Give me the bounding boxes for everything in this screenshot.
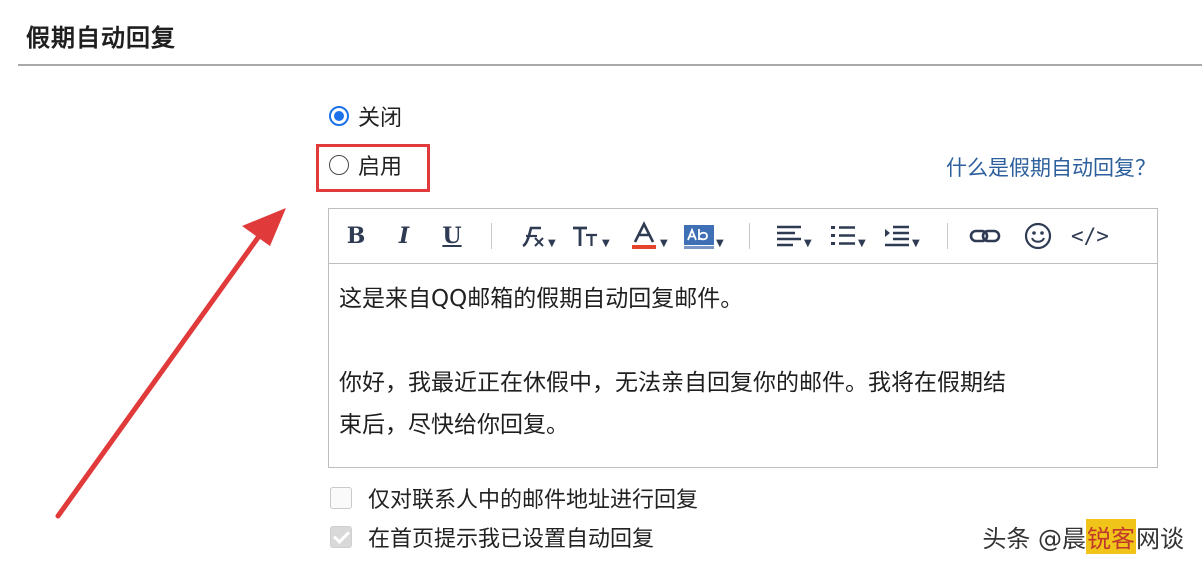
chevron-down-icon: ▼ [912,237,920,249]
link-icon [969,229,1001,243]
watermark-prefix: 头条 @晨 [982,525,1086,553]
watermark: 头条 @晨 锐客 网谈 [982,519,1184,554]
toolbar-divider [491,223,492,249]
bold-button[interactable]: B [341,219,371,253]
checkbox-homepage-notice-label: 在首页提示我已设置自动回复 [368,527,655,552]
chevron-down-icon: ▼ [804,237,812,249]
checkbox-contacts-only-label: 仅对联系人中的邮件地址进行回复 [368,488,699,513]
chevron-down-icon: ▼ [548,237,556,249]
editor-toolbar: B I U ▼ ▼ ▼ ▼ ▼ ▼ ▼ </> [329,209,1157,264]
annotation-highlight-box [316,144,430,192]
align-icon [777,225,801,247]
radio-off-label: 关闭 [358,106,403,131]
checkbox-homepage-notice-control[interactable] [330,526,352,548]
chevron-down-icon: ▼ [660,237,668,249]
watermark-suffix: 网谈 [1136,525,1184,553]
toolbar-divider [947,223,948,249]
list-icon [831,226,855,245]
checkbox-homepage-notice[interactable]: 在首页提示我已设置自动回复 [330,522,654,552]
font-size-icon [573,226,597,246]
editor-line: 束后，尽快给你回复。 [339,412,569,438]
emoji-button[interactable] [1023,219,1053,253]
help-link[interactable]: 什么是假期自动回复？ [946,152,1156,182]
checkbox-contacts-only[interactable]: 仅对联系人中的邮件地址进行回复 [330,483,698,513]
font-family-button[interactable]: ▼ [517,219,556,253]
font-color-button[interactable]: ▼ [629,219,668,253]
emoji-icon [1024,222,1052,250]
editor-content[interactable]: 这是来自QQ邮箱的假期自动回复邮件。 你好，我最近正在休假中，无法亲自回复你的邮… [329,264,1157,446]
indent-icon [885,225,909,247]
toolbar-divider [749,223,750,249]
reply-editor[interactable]: B I U ▼ ▼ ▼ ▼ ▼ ▼ ▼ </> 这是来自QQ邮箱的假期自动回复邮… [328,208,1158,468]
chevron-down-icon: ▼ [716,237,724,249]
list-button[interactable]: ▼ [829,219,866,253]
editor-line: 你好，我最近正在休假中，无法亲自回复你的邮件。我将在假期结 [339,370,1006,396]
italic-button[interactable]: I [389,219,419,253]
background-color-icon [684,225,714,249]
checkbox-contacts-only-control[interactable] [330,487,352,509]
chevron-down-icon: ▼ [858,237,866,249]
font-icon [522,226,544,248]
underline-button[interactable]: U [437,219,467,253]
watermark-highlight: 锐客 [1086,519,1136,554]
source-code-button[interactable]: </> [1071,219,1109,253]
chevron-down-icon: ▼ [602,237,610,249]
font-color-icon [632,221,656,249]
radio-off-control[interactable] [329,106,349,126]
font-size-button[interactable]: ▼ [571,219,610,253]
background-color-button[interactable]: ▼ [683,219,724,253]
editor-line: 这是来自QQ邮箱的假期自动回复邮件。 [339,286,744,312]
link-button[interactable] [969,219,1001,253]
indent-button[interactable]: ▼ [883,219,920,253]
align-button[interactable]: ▼ [775,219,812,253]
radio-option-off[interactable]: 关闭 [329,101,402,131]
